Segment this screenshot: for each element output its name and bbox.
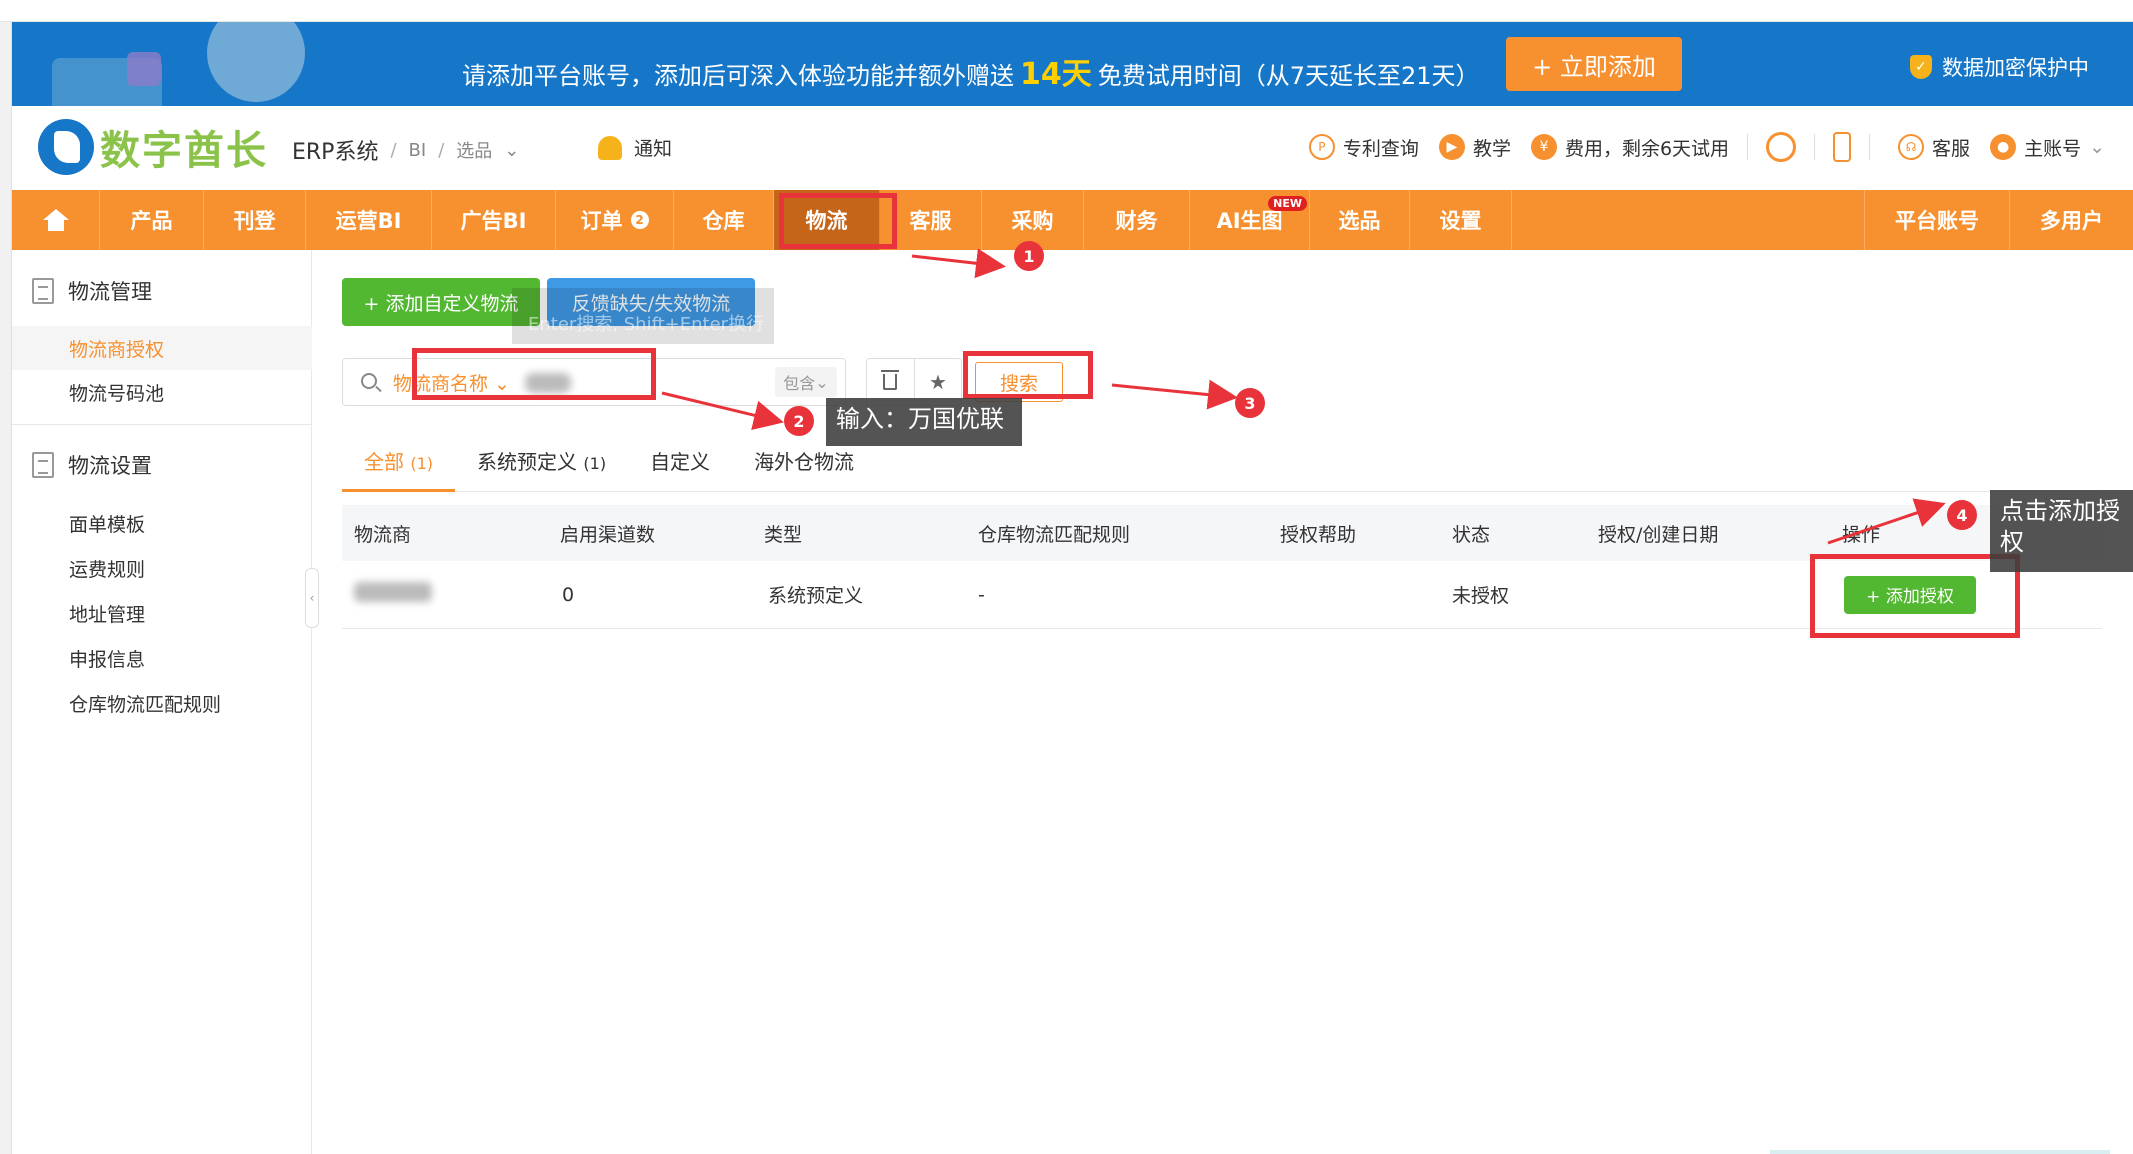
callout-step-2: 输入：万国优联 [826,398,1022,446]
step-marker-2: 2 [784,406,814,436]
step-marker-4: 4 [1947,500,1977,530]
annotation-arrows [661,248,1946,545]
arrow-4 [1827,498,1946,545]
arrow-1 [911,248,1006,279]
bottom-strip [1770,1150,2110,1154]
step-marker-1: 1 [1014,241,1044,271]
arrow-3 [1111,379,1238,410]
arrow-2 [661,391,784,430]
callout-step-4: 点击添加授权 [1990,490,2133,572]
step-marker-3: 3 [1235,388,1265,418]
